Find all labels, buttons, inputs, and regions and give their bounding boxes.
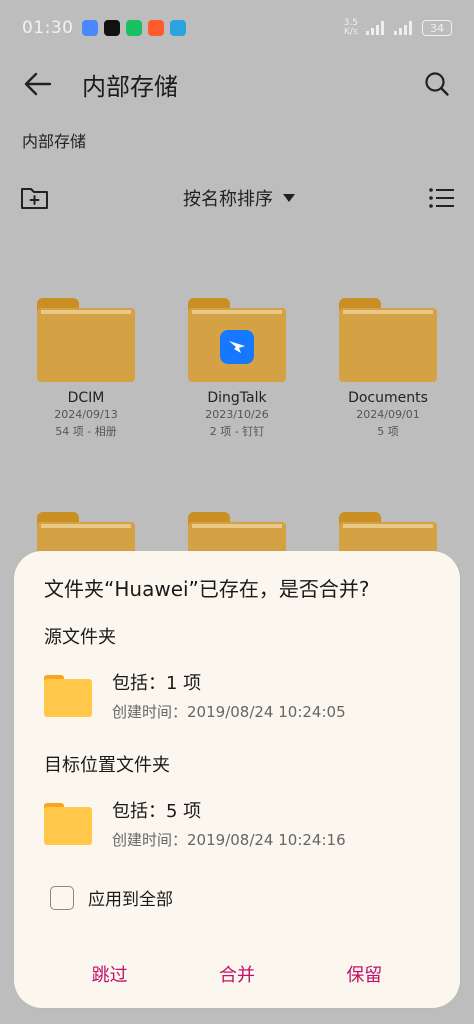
skip-button[interactable]: 跳过 <box>92 961 128 987</box>
target-created: 创建时间：2019/08/24 10:24:16 <box>112 829 346 850</box>
net-speed-unit: K/s <box>344 27 358 37</box>
breadcrumb[interactable]: 内部存储 <box>22 128 86 152</box>
app-icon <box>147 20 164 36</box>
status-time: 01:30 <box>22 18 74 38</box>
folder-date: 2024/09/13 <box>54 408 118 421</box>
keep-button[interactable]: 保留 <box>346 961 382 987</box>
folder-item[interactable]: DCIM 2024/09/13 54 项 - 相册 <box>16 298 156 439</box>
telegram-icon <box>169 20 186 36</box>
folder-item[interactable]: DingTalk 2023/10/26 2 项 - 钉钉 <box>167 298 307 439</box>
source-folder-label: 源文件夹 <box>44 627 116 648</box>
wechat-icon <box>125 20 142 36</box>
arrow-left-icon[interactable] <box>24 72 52 96</box>
target-folder-label: 目标位置文件夹 <box>44 755 170 776</box>
dialog-actions: 跳过 合并 保留 <box>14 961 460 987</box>
sort-label: 按名称排序 <box>183 189 273 210</box>
merge-dialog: 文件夹“Huawei”已存在，是否合并? 源文件夹 包括：1 项 创建时间：20… <box>14 551 460 1008</box>
messages-icon <box>81 20 98 36</box>
battery-icon: 34 <box>422 20 452 36</box>
status-bar: 01:30 3.5 K/s 34 <box>0 0 474 56</box>
folder-meta: 5 项 <box>377 425 399 438</box>
apply-all-checkbox[interactable] <box>50 885 74 910</box>
apply-all-label: 应用到全部 <box>88 890 173 910</box>
target-folder-entry: 包括：5 项 创建时间：2019/08/24 10:24:16 <box>44 797 444 857</box>
page-title: 内部存储 <box>82 72 178 101</box>
source-created: 创建时间：2019/08/24 10:24:05 <box>112 701 346 722</box>
folder-icon <box>339 298 437 382</box>
folder-name: Documents <box>348 390 428 406</box>
created-label: 创建时间： <box>112 831 188 849</box>
caret-down-icon <box>283 194 295 202</box>
folder-icon <box>37 298 135 382</box>
folder-date: 2024/09/01 <box>356 408 420 421</box>
qq-icon <box>103 20 120 36</box>
toolbar: 按名称排序 <box>0 178 474 218</box>
merge-button[interactable]: 合并 <box>219 961 255 987</box>
created-value: 2019/08/24 10:24:05 <box>187 703 346 721</box>
folder-name: DingTalk <box>207 390 267 406</box>
source-item-count: 包括：1 项 <box>112 673 202 694</box>
network-speed: 3.5 K/s <box>344 19 358 37</box>
folder-item[interactable]: Documents 2024/09/01 5 项 <box>318 298 458 439</box>
apply-all-row[interactable]: 应用到全部 <box>50 885 173 910</box>
folder-icon <box>44 675 92 717</box>
created-label: 创建时间： <box>112 703 188 721</box>
app-bar: 内部存储 <box>0 56 474 112</box>
list-view-icon[interactable] <box>428 187 454 209</box>
folder-icon <box>188 298 286 382</box>
sort-dropdown[interactable]: 按名称排序 <box>183 185 295 211</box>
new-folder-icon[interactable] <box>20 185 50 211</box>
dingtalk-icon <box>220 330 254 364</box>
folder-meta: 2 项 - 钉钉 <box>209 425 265 438</box>
source-folder-entry: 包括：1 项 创建时间：2019/08/24 10:24:05 <box>44 669 444 729</box>
folder-name: DCIM <box>67 390 105 406</box>
target-item-count: 包括：5 项 <box>112 801 202 822</box>
dialog-title: 文件夹“Huawei”已存在，是否合并? <box>44 577 370 601</box>
search-icon[interactable] <box>424 71 450 97</box>
signal-icon <box>366 21 384 35</box>
created-value: 2019/08/24 10:24:16 <box>187 831 346 849</box>
folder-meta: 54 项 - 相册 <box>55 425 117 438</box>
signal-icon-2 <box>394 21 412 35</box>
battery-level: 34 <box>430 21 444 35</box>
folder-date: 2023/10/26 <box>205 408 269 421</box>
folder-icon <box>44 803 92 845</box>
